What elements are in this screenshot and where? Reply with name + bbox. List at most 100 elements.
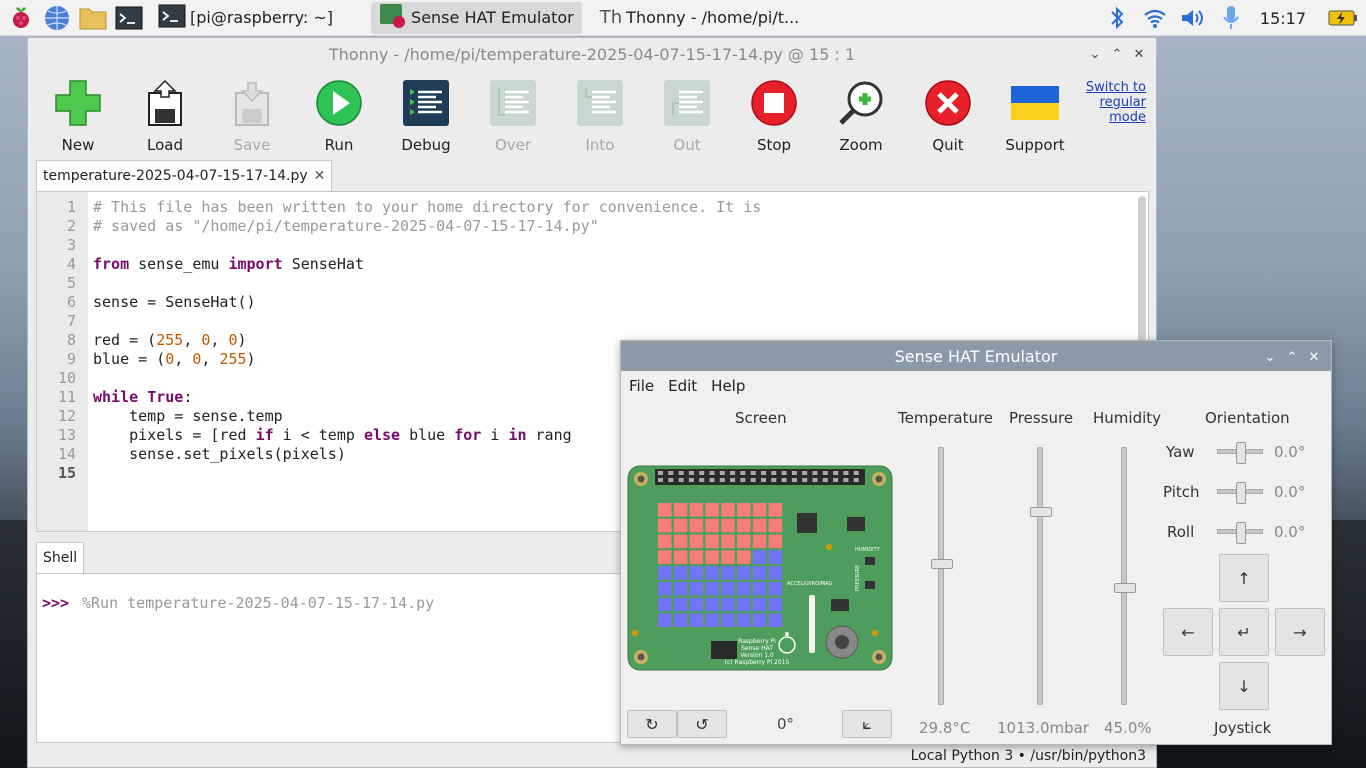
humidity-slider[interactable] <box>1114 447 1136 705</box>
board-label-humidity: HUMIDITY <box>855 547 881 553</box>
shell-tab[interactable]: Shell <box>36 542 85 573</box>
power-icon[interactable] <box>1328 3 1358 33</box>
pressure-slider[interactable] <box>1030 447 1052 705</box>
ukraine-flag-icon <box>1010 78 1060 128</box>
led-pixel <box>689 597 704 612</box>
status-bar-interpreter[interactable]: Local Python 3 • /usr/bin/python3 <box>911 748 1146 764</box>
roll-slider[interactable] <box>1217 522 1263 544</box>
bluetooth-icon[interactable] <box>1102 3 1132 33</box>
file-manager-icon[interactable] <box>78 3 108 33</box>
joystick-right-button[interactable]: → <box>1275 608 1325 656</box>
led-pixel <box>721 613 735 628</box>
step-out-button[interactable]: Out <box>647 78 727 154</box>
browser-icon[interactable] <box>42 3 72 33</box>
led-pixel <box>752 534 767 549</box>
maximize-button[interactable]: ⌃ <box>1281 346 1303 368</box>
minimize-button[interactable]: ⌄ <box>1084 43 1106 65</box>
yaw-slider-thumb[interactable] <box>1236 442 1246 464</box>
pitch-label: Pitch <box>1163 483 1200 501</box>
task-thonny[interactable]: Th Thonny - /home/pi/t... <box>592 2 807 34</box>
debug-button[interactable]: Debug <box>386 78 466 154</box>
led-pixel <box>752 597 767 612</box>
pressure-slider-thumb[interactable] <box>1030 507 1052 517</box>
led-pixel <box>737 582 751 596</box>
led-pixel <box>705 566 719 580</box>
line-number: 13 <box>57 426 76 444</box>
joystick-up-button[interactable]: ↑ <box>1219 554 1269 602</box>
led-pixel <box>721 550 735 564</box>
clock[interactable]: 15:17 <box>1260 9 1306 28</box>
sense-titlebar[interactable]: Sense HAT Emulator ⌄ ⌃ ✕ <box>621 341 1331 371</box>
thonny-titlebar[interactable]: Thonny - /home/pi/temperature-2025-04-07… <box>28 38 1156 70</box>
new-button[interactable]: New <box>38 78 118 154</box>
led-pixel <box>752 566 767 580</box>
switch-mode-link[interactable]: Switch to regular mode <box>1076 80 1146 125</box>
wifi-icon[interactable] <box>1140 3 1170 33</box>
volume-icon[interactable] <box>1178 3 1208 33</box>
support-button[interactable]: Support <box>995 78 1075 154</box>
menu-edit[interactable]: Edit <box>668 377 697 395</box>
roll-slider-thumb[interactable] <box>1236 522 1246 544</box>
toolbar-label: Out <box>673 136 701 154</box>
task-label: Thonny - /home/pi/t... <box>626 8 800 27</box>
microphone-icon[interactable] <box>1216 3 1246 33</box>
menu-file[interactable]: File <box>629 377 654 395</box>
pitch-slider-thumb[interactable] <box>1236 482 1246 504</box>
task-sense-hat[interactable]: Sense HAT Emulator <box>371 1 582 34</box>
joystick-left-button[interactable]: ← <box>1163 608 1213 656</box>
zoom-button[interactable]: Zoom <box>821 78 901 154</box>
toolbar-label: New <box>61 136 95 154</box>
step-over-button[interactable]: Over <box>473 78 553 154</box>
load-icon <box>140 78 190 128</box>
toolbar-label: Run <box>324 136 354 154</box>
menu-help[interactable]: Help <box>711 377 745 395</box>
line-number: 15 <box>57 464 76 482</box>
humidity-slider-thumb[interactable] <box>1114 583 1136 593</box>
led-pixel <box>737 503 751 517</box>
toolbar-label: Zoom <box>839 136 883 154</box>
close-tab-icon[interactable]: ✕ <box>314 168 326 184</box>
led-pixel <box>768 566 783 580</box>
rotate-counterclockwise-button[interactable]: ↺ <box>677 710 727 738</box>
pitch-slider[interactable] <box>1217 482 1263 504</box>
joystick-down-button[interactable]: ↓ <box>1219 662 1269 710</box>
led-pixel <box>752 582 767 596</box>
editor-tab[interactable]: temperature-2025-04-07-15-17-14.py ✕ <box>36 160 333 191</box>
led-pixel <box>658 534 672 549</box>
rotate-clockwise-button[interactable]: ↻ <box>627 710 677 738</box>
raspberry-menu-icon[interactable] <box>6 3 36 33</box>
temperature-slider-thumb[interactable] <box>931 559 953 569</box>
editor-scrollbar[interactable] <box>1138 196 1146 346</box>
line-number: 5 <box>66 274 76 292</box>
yaw-slider[interactable] <box>1217 442 1263 464</box>
led-pixel <box>768 518 783 533</box>
roll-value: 0.0° <box>1274 523 1306 541</box>
toolbar-label: Load <box>147 136 183 154</box>
step-into-button[interactable]: Into <box>560 78 640 154</box>
temperature-label: Temperature <box>898 409 994 427</box>
new-icon <box>53 78 103 128</box>
maximize-button[interactable]: ⌃ <box>1106 43 1128 65</box>
led-pixel <box>768 582 783 596</box>
stop-button[interactable]: Stop <box>734 78 814 154</box>
close-button[interactable]: ✕ <box>1128 43 1150 65</box>
flip-button[interactable]: ⟀ <box>842 710 892 738</box>
load-button[interactable]: Load <box>125 78 205 154</box>
terminal-icon[interactable] <box>114 3 144 33</box>
led-pixel <box>752 518 767 533</box>
led-pixel <box>689 518 704 533</box>
close-button[interactable]: ✕ <box>1303 346 1325 368</box>
temperature-slider[interactable] <box>931 447 953 705</box>
shell-command: %Run temperature-2025-04-07-15-17-14.py <box>82 594 435 612</box>
step-out-icon <box>662 78 712 128</box>
task-terminal[interactable]: [pi@raspberry: ~] <box>150 2 341 34</box>
quit-button[interactable]: Quit <box>908 78 988 154</box>
save-button[interactable]: Save <box>212 78 292 154</box>
line-number: 1 <box>66 198 76 216</box>
joystick-label: Joystick <box>1214 719 1272 737</box>
joystick-enter-button[interactable]: ↵ <box>1219 608 1269 656</box>
minimize-button[interactable]: ⌄ <box>1259 346 1281 368</box>
run-button[interactable]: Run <box>299 78 379 154</box>
code-line: sense = SenseHat() <box>93 293 256 311</box>
